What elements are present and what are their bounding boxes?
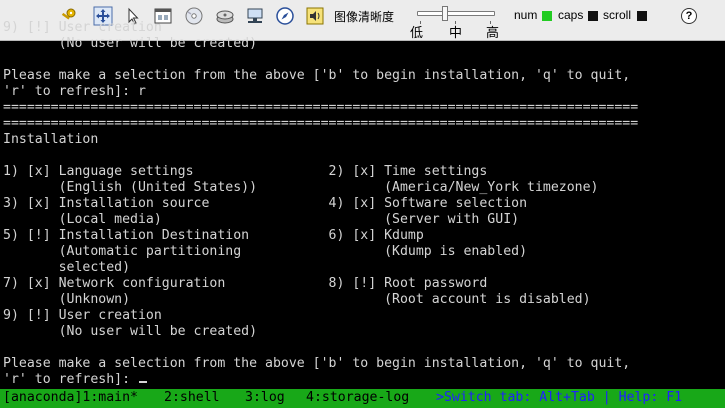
terminal-line: selected) <box>3 260 131 275</box>
terminal-line: 1) [x] Language settings 2) [x] Time set… <box>3 164 488 179</box>
tab-storage-log[interactable]: 4:storage-log <box>306 390 409 406</box>
terminal-line: Please make a selection from the above [… <box>3 356 631 371</box>
text-cursor <box>138 381 147 383</box>
terminal-line: (English (United States)) (America/New_Y… <box>3 180 599 195</box>
terminal-line: Please make a selection from the above [… <box>3 68 631 83</box>
terminal-line: Installation <box>3 132 99 147</box>
terminal-line: 3) [x] Installation source 4) [x] Softwa… <box>3 196 528 211</box>
terminal-line: (Automatic partitioning (Kdump is enable… <box>3 244 528 259</box>
terminal-line: (Unknown) (Root account is disabled) <box>3 292 591 307</box>
terminal-line: 7) [x] Network configuration 8) [!] Root… <box>3 276 488 291</box>
terminal-line: ========================================… <box>3 100 639 115</box>
terminal-line: 'r' to refresh]: <box>3 372 147 388</box>
terminal-line: (No user will be created) <box>3 324 258 339</box>
terminal-line: 9) [!] User creation <box>3 308 162 323</box>
terminal-screen[interactable]: 9) [!] User creation (No user will be cr… <box>0 20 725 388</box>
tab-log[interactable]: 3:log <box>245 390 285 406</box>
terminal-line: (Local media) (Server with GUI) <box>3 212 520 227</box>
quality-slider-track[interactable] <box>417 11 495 16</box>
tab-main[interactable]: [anaconda]1:main* <box>3 390 138 406</box>
terminal-line: 9) [!] User creation <box>3 20 162 35</box>
tmux-status-bar: [anaconda]1:main* 2:shell 3:log 4:storag… <box>0 389 725 408</box>
terminal-line: 'r' to refresh]: r <box>3 84 146 99</box>
tab-shell[interactable]: 2:shell <box>164 390 220 406</box>
terminal-line: (No user will be created) <box>3 36 258 51</box>
switch-tab-hint: >Switch tab: Alt+Tab | Help: F1 <box>436 390 683 405</box>
terminal-line: 5) [!] Installation Destination 6) [x] K… <box>3 228 424 243</box>
quality-slider-thumb[interactable] <box>441 6 448 21</box>
terminal-line: ========================================… <box>3 116 639 131</box>
